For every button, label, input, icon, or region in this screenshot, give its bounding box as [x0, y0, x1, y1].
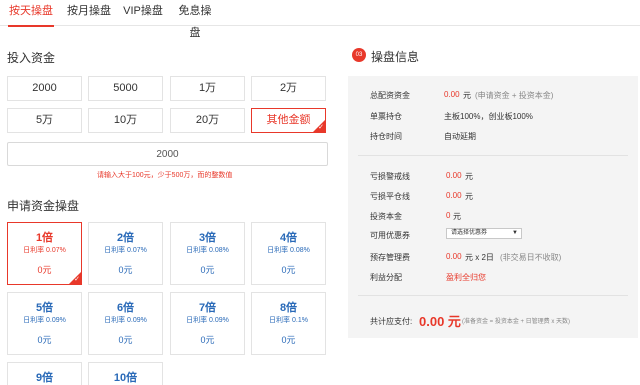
- multiple-fee: 0元: [37, 335, 52, 345]
- multiple-option-2[interactable]: 2倍 日利率 0.07% 0元: [88, 222, 163, 285]
- profit-label: 利益分配: [370, 273, 402, 282]
- check-icon: ✓: [318, 124, 324, 131]
- warn-line-value: 0.00: [446, 171, 462, 180]
- multiple-name: 7倍: [198, 302, 217, 314]
- multiple-option-3[interactable]: 3倍 日利率 0.08% 0元: [170, 222, 245, 285]
- hold-time-value: 自动延期: [444, 132, 476, 141]
- total-fund-note: (申请资金 + 投资本金): [475, 91, 554, 100]
- total-fund-label: 总配资资金: [370, 91, 410, 100]
- principal-label: 投资本金: [370, 212, 402, 221]
- multiple-option-9[interactable]: 9倍: [7, 362, 82, 385]
- invest-title: 投入资金: [7, 51, 56, 65]
- dropdown-arrow-icon: ▼: [512, 230, 518, 236]
- apply-title: 申请资金操盘: [7, 199, 80, 213]
- multiple-name: 4倍: [279, 232, 298, 244]
- multiple-name: 1倍: [35, 232, 54, 244]
- multiple-option-1[interactable]: 1倍 日利率 0.07% 0元 ✓: [7, 222, 82, 285]
- multiple-name: 8倍: [279, 302, 298, 314]
- multiple-option-7[interactable]: 7倍 日利率 0.09% 0元: [170, 292, 245, 355]
- tab-daily[interactable]: 按天操盘: [8, 0, 54, 27]
- fee-label: 预存管理费: [370, 253, 410, 262]
- multiple-name: 9倍: [35, 372, 54, 384]
- warn-line-label: 亏损警戒线: [370, 172, 410, 181]
- warn-line-unit: 元: [465, 172, 473, 181]
- amount-option-5000[interactable]: 5000: [88, 76, 163, 101]
- close-line-unit: 元: [465, 192, 473, 201]
- coupon-label: 可用优惠券: [370, 231, 410, 240]
- multiple-option-6[interactable]: 6倍 日利率 0.09% 0元: [88, 292, 163, 355]
- multiple-option-4[interactable]: 4倍 日利率 0.08% 0元: [251, 222, 326, 285]
- multiple-name: 5倍: [35, 302, 54, 314]
- fee-value: 0.00: [446, 252, 462, 261]
- multiple-fee: 0元: [281, 335, 296, 345]
- close-line-label: 亏损平仓线: [370, 192, 410, 201]
- multiple-rate: 日利率 0.08%: [186, 247, 229, 254]
- coupon-selected: 请选择优惠券: [451, 230, 488, 236]
- multiple-name: 2倍: [116, 232, 135, 244]
- check-icon: ✓: [74, 276, 80, 283]
- amount-option-5w[interactable]: 5万: [7, 108, 82, 133]
- close-line-value: 0.00: [446, 191, 462, 200]
- multiple-name: 10倍: [113, 372, 138, 384]
- single-stock-value: 主板100%，创业板100%: [444, 112, 533, 121]
- fee-note: (非交易日不收取): [500, 253, 562, 262]
- multiple-rate: 日利率 0.09%: [186, 317, 229, 324]
- multiple-fee: 0元: [200, 335, 215, 345]
- multiple-option-8[interactable]: 8倍 日利率 0.1% 0元: [251, 292, 326, 355]
- amount-option-2w[interactable]: 2万: [251, 76, 326, 101]
- amount-input[interactable]: [7, 142, 328, 166]
- step-badge: 03: [352, 48, 366, 62]
- multiple-fee: 0元: [281, 265, 296, 275]
- multiple-rate: 日利率 0.1%: [269, 317, 308, 324]
- amount-option-other[interactable]: 其他金额 ✓: [251, 108, 326, 133]
- amount-option-2000[interactable]: 2000: [7, 76, 82, 101]
- multiple-rate: 日利率 0.09%: [23, 317, 66, 324]
- info-title: 操盘信息: [371, 50, 420, 64]
- multiple-fee: 0元: [200, 265, 215, 275]
- principal-value: 0: [446, 211, 451, 220]
- tab-interest-free[interactable]: 免息操盘: [174, 0, 216, 39]
- total-pay-note: (准备资金 = 投资本金 + 日管理费 x 天数): [462, 319, 571, 325]
- hold-time-label: 持仓时间: [370, 132, 402, 141]
- multiple-rate: 日利率 0.08%: [267, 247, 310, 254]
- multiple-fee: 0元: [118, 265, 133, 275]
- profit-value: 盈利全归您: [446, 273, 486, 282]
- tab-bar: 按天操盘 按月操盘 VIP操盘 免息操盘: [0, 0, 640, 39]
- amount-option-10w[interactable]: 10万: [88, 108, 163, 133]
- total-pay-label: 共计应支付:: [370, 317, 413, 326]
- amount-option-20w[interactable]: 20万: [170, 108, 245, 133]
- tab-vip[interactable]: VIP操盘: [122, 0, 164, 26]
- total-fund-value: 0.00: [444, 90, 460, 99]
- multiple-name: 6倍: [116, 302, 135, 314]
- amount-option-1w[interactable]: 1万: [170, 76, 245, 101]
- multiple-option-10[interactable]: 10倍: [88, 362, 163, 385]
- multiple-rate: 日利率 0.09%: [104, 317, 147, 324]
- multiple-rate: 日利率 0.07%: [23, 247, 66, 254]
- total-fund-unit: 元: [463, 91, 471, 100]
- divider: [358, 295, 628, 296]
- amount-option-other-label: 其他金额: [266, 114, 311, 126]
- principal-unit: 元: [453, 212, 461, 221]
- multiple-fee: 0元: [118, 335, 133, 345]
- divider: [358, 155, 628, 156]
- total-pay-value: 0.00 元: [419, 314, 461, 329]
- multiple-name: 3倍: [198, 232, 217, 244]
- coupon-select[interactable]: 请选择优惠券 ▼: [446, 228, 522, 239]
- amount-hint: 请输入大于100元，少于500万，而的整数值: [97, 172, 233, 179]
- tab-monthly[interactable]: 按月操盘: [66, 0, 112, 26]
- multiple-rate: 日利率 0.07%: [104, 247, 147, 254]
- single-stock-label: 单票持仓: [370, 112, 402, 121]
- multiple-option-5[interactable]: 5倍 日利率 0.09% 0元: [7, 292, 82, 355]
- fee-text: 元 x 2日: [465, 253, 494, 262]
